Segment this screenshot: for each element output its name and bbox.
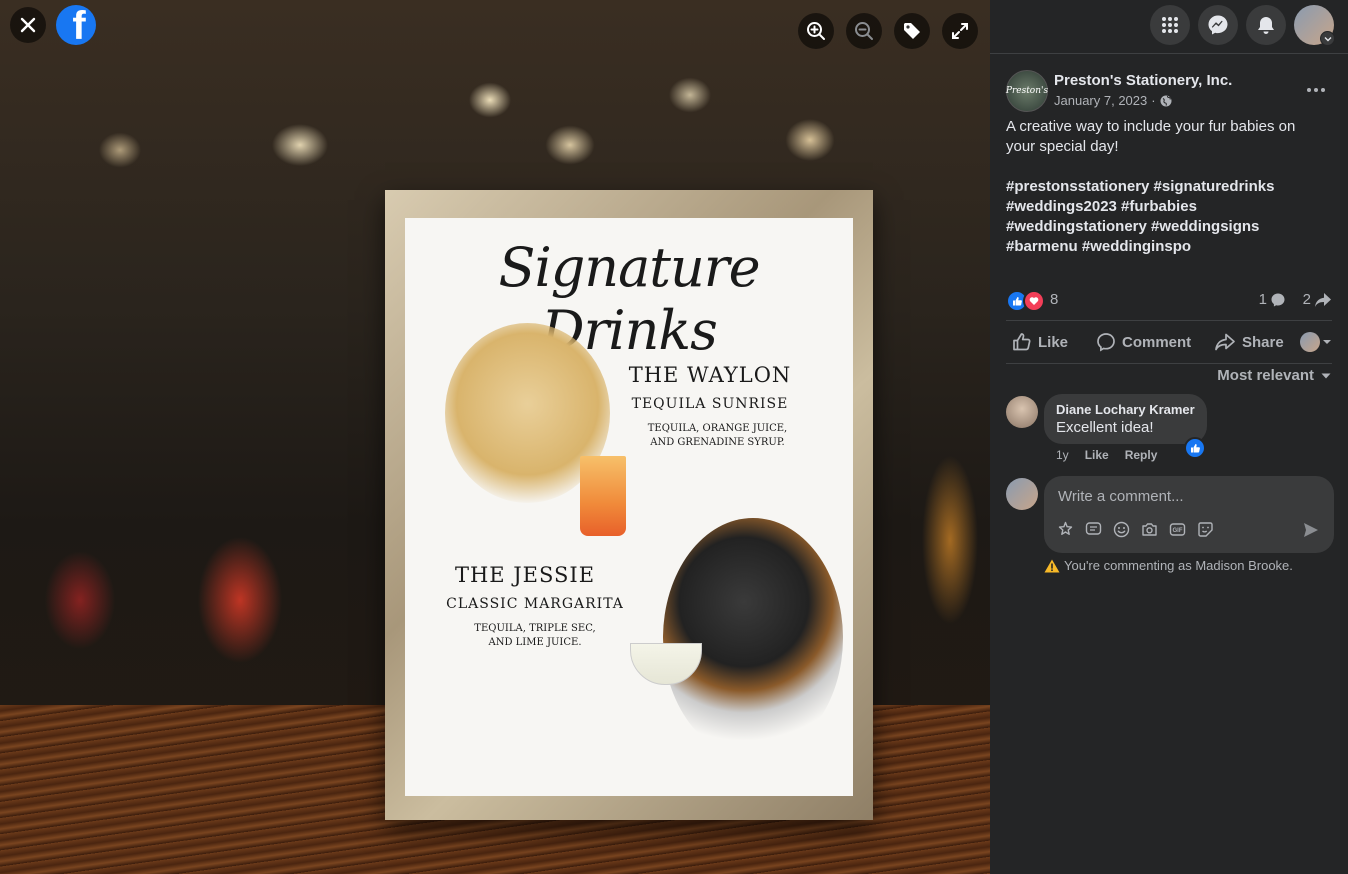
drink2-name: THE JESSIE xyxy=(454,563,596,587)
caret-down-icon xyxy=(1321,373,1331,378)
composer-tools: GIF xyxy=(1056,520,1214,538)
post-date[interactable]: January 7, 2023 xyxy=(1054,93,1147,108)
share-arrow-icon xyxy=(1315,292,1331,307)
commenter-name[interactable]: Diane Lochary Kramer xyxy=(1056,402,1195,417)
emoji-icon xyxy=(1113,521,1129,537)
notifications-bell-icon xyxy=(1258,17,1274,34)
comment-bubble-icon xyxy=(1271,293,1285,306)
comment-text: Excellent idea! xyxy=(1056,419,1154,436)
reactions-summary: 8 1 2 xyxy=(1006,288,1332,312)
post-meta: January 7, 2023 · xyxy=(1054,93,1172,108)
sticker-icon xyxy=(1197,521,1213,537)
page-avatar-logo-text: Preston's xyxy=(1005,86,1049,96)
comment-button[interactable]: Comment xyxy=(1096,332,1191,352)
commenting-as-notice: You're commenting as Madison Brooke. xyxy=(1044,558,1293,573)
reaction-count[interactable]: 8 xyxy=(1050,291,1058,308)
sign-title: Signature Drinks xyxy=(498,236,760,362)
react-as-selector[interactable] xyxy=(1300,332,1332,352)
comment-like-badge[interactable] xyxy=(1184,437,1206,459)
reaction-icons[interactable] xyxy=(1006,290,1045,312)
comment-icon xyxy=(1097,333,1115,352)
signature-drinks-sign: Signature Drinks THE WAYLON TEQUILA SUNR… xyxy=(405,218,853,796)
comment-reply-link[interactable]: Reply xyxy=(1125,448,1158,462)
tag-photo-button[interactable] xyxy=(894,13,930,49)
gif-button[interactable]: GIF xyxy=(1168,520,1186,538)
photo-viewer: Signature Drinks THE WAYLON TEQUILA SUNR… xyxy=(0,0,990,874)
menu-grid-icon xyxy=(1162,17,1178,33)
photo-button[interactable] xyxy=(1140,520,1158,538)
share-icon xyxy=(1215,333,1235,351)
messenger-button[interactable] xyxy=(1198,5,1238,45)
photo-frame: Signature Drinks THE WAYLON TEQUILA SUNR… xyxy=(385,190,873,820)
drink2-type: CLASSIC MARGARITA xyxy=(446,596,624,612)
warning-icon xyxy=(1044,559,1060,572)
post-text: A creative way to include your fur babie… xyxy=(1006,118,1296,155)
drink2-description: TEQUILA, TRIPLE SEC, AND LIME JUICE. xyxy=(474,623,596,648)
bernese-dog-illustration xyxy=(663,518,843,758)
sticker-button[interactable] xyxy=(1196,520,1214,538)
chevron-down-icon xyxy=(1320,31,1335,46)
love-reaction-icon xyxy=(1023,290,1045,312)
tag-icon xyxy=(904,23,920,39)
user-avatar xyxy=(1300,332,1320,352)
commenter-avatar[interactable] xyxy=(1006,396,1038,428)
post-header: Preston's Preston's Stationery, Inc. Jan… xyxy=(1006,70,1332,112)
messenger-icon xyxy=(1208,15,1228,35)
comment-like-link[interactable]: Like xyxy=(1085,448,1109,462)
menu-button[interactable] xyxy=(1150,5,1190,45)
user-avatar[interactable] xyxy=(1006,478,1038,510)
drink1-name: THE WAYLON xyxy=(628,363,792,387)
comment-input[interactable] xyxy=(1056,484,1320,508)
notifications-button[interactable] xyxy=(1246,5,1286,45)
top-navigation xyxy=(990,0,1348,54)
zoom-in-icon xyxy=(807,22,825,40)
send-comment-button[interactable] xyxy=(1302,521,1320,544)
fullscreen-icon xyxy=(952,23,968,39)
avatar-sticker-button[interactable] xyxy=(1056,520,1074,538)
page-avatar[interactable]: Preston's xyxy=(1006,70,1048,112)
camera-icon xyxy=(1141,522,1157,536)
account-avatar[interactable] xyxy=(1294,5,1335,46)
close-icon xyxy=(20,17,36,33)
post-hashtags[interactable]: #prestonsstationery #signaturedrinks #we… xyxy=(1006,177,1326,257)
caret-down-icon xyxy=(1323,340,1331,344)
like-reaction-icon xyxy=(1191,444,1200,453)
emoji-button[interactable] xyxy=(1112,520,1130,538)
tequila-sunrise-illustration xyxy=(580,456,626,536)
zoom-out-icon xyxy=(855,22,873,40)
post-action-bar: Like Comment Share xyxy=(1006,320,1332,364)
comment-count[interactable]: 1 xyxy=(1259,291,1286,308)
like-button[interactable]: Like xyxy=(1012,332,1068,352)
share-button[interactable]: Share xyxy=(1214,332,1284,352)
speech-bubble-icon xyxy=(1085,521,1101,535)
more-options-button[interactable] xyxy=(1300,74,1332,106)
send-icon xyxy=(1304,523,1318,537)
zoom-in-button[interactable] xyxy=(798,13,834,49)
comment-meta: 1y Like Reply xyxy=(1056,448,1157,462)
text-style-button[interactable] xyxy=(1084,520,1102,538)
zoom-out-button[interactable] xyxy=(846,13,882,49)
page-name-link[interactable]: Preston's Stationery, Inc. xyxy=(1054,72,1232,89)
globe-icon xyxy=(1160,95,1172,106)
comment-box: GIF xyxy=(1044,476,1334,553)
drink1-type: TEQUILA SUNRISE xyxy=(631,396,789,412)
svg-text:GIF: GIF xyxy=(1172,528,1182,534)
more-dots-icon xyxy=(1307,88,1325,92)
drink1-description: TEQUILA, ORANGE JUICE, AND GRENADINE SYR… xyxy=(647,423,788,448)
comment-bubble: Diane Lochary Kramer Excellent idea! xyxy=(1044,394,1207,444)
fullscreen-button[interactable] xyxy=(942,13,978,49)
avatar-sticker-icon xyxy=(1058,521,1072,535)
comment-age[interactable]: 1y xyxy=(1056,448,1069,462)
like-thumb-icon xyxy=(1013,333,1031,351)
comment-sort-dropdown[interactable]: Most relevant xyxy=(1217,367,1332,384)
post-body: A creative way to include your fur babie… xyxy=(1006,117,1326,257)
facebook-logo[interactable]: f xyxy=(56,5,96,45)
close-button[interactable] xyxy=(10,7,46,43)
gif-icon: GIF xyxy=(1169,522,1185,536)
share-count[interactable]: 2 xyxy=(1303,291,1332,308)
